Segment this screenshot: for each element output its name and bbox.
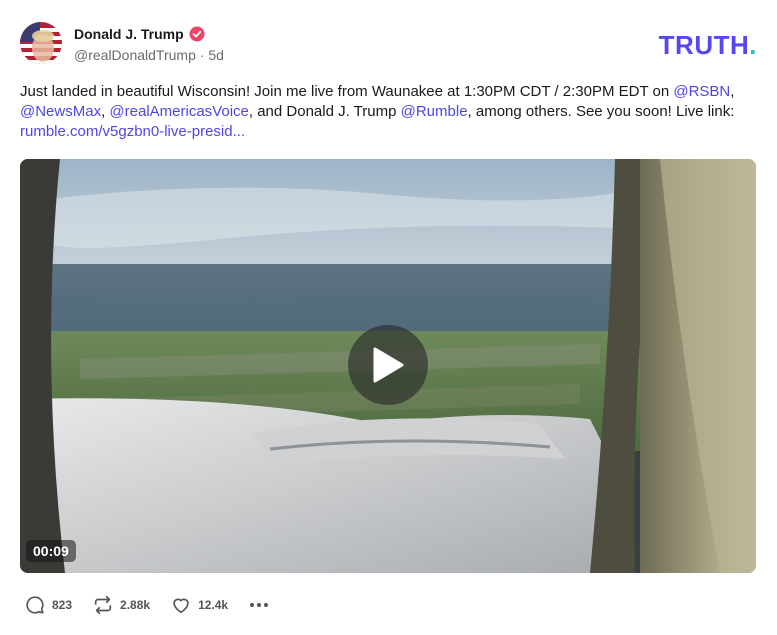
- post-text-segment: ,: [730, 83, 735, 100]
- post-age[interactable]: 5d: [208, 47, 224, 63]
- truth-logo: TRUTH.: [659, 30, 757, 61]
- post-header: Donald J. Trump @realDonaldTrump · 5d TR…: [20, 22, 757, 66]
- video-player[interactable]: 00:09: [20, 159, 756, 573]
- post-text-segment: , among others. See you soon! Live link:: [467, 103, 735, 120]
- avatar[interactable]: [20, 22, 62, 64]
- like-button[interactable]: 12.4k: [170, 594, 228, 616]
- mention-rumble[interactable]: @Rumble: [401, 103, 468, 120]
- logo-text: TRUTH: [658, 30, 750, 60]
- mention-realamericasvoice[interactable]: @realAmericasVoice: [109, 103, 248, 120]
- author-meta: @realDonaldTrump · 5d: [74, 47, 224, 63]
- mention-newsmax[interactable]: @NewsMax: [20, 103, 101, 120]
- reply-icon: [26, 596, 44, 614]
- post-body: Just landed in beautiful Wisconsin! Join…: [20, 82, 750, 142]
- heart-icon: [173, 598, 189, 614]
- logo-dot: .: [749, 30, 757, 60]
- like-count: 12.4k: [198, 598, 229, 612]
- action-bar: 823 2.88k 12.4k: [24, 593, 270, 617]
- repost-icon: [94, 595, 112, 615]
- play-icon: [373, 347, 404, 383]
- play-button[interactable]: [348, 325, 428, 405]
- author-block: Donald J. Trump @realDonaldTrump · 5d: [74, 24, 224, 63]
- more-options-button[interactable]: [248, 594, 270, 616]
- post-text-segment: Just landed in beautiful Wisconsin! Join…: [20, 83, 674, 100]
- reply-button[interactable]: 823: [24, 594, 72, 616]
- video-duration: 00:09: [26, 540, 76, 562]
- author-handle[interactable]: @realDonaldTrump: [74, 47, 196, 63]
- more-icon: [250, 603, 269, 607]
- verified-badge-icon: [189, 26, 205, 42]
- reply-count: 823: [52, 598, 73, 612]
- live-link[interactable]: rumble.com/v5gzbn0-live-presid...: [20, 123, 245, 140]
- repost-count: 2.88k: [120, 598, 151, 612]
- mention-rsbn[interactable]: @RSBN: [673, 83, 730, 100]
- meta-separator: ·: [199, 47, 205, 63]
- repost-button[interactable]: 2.88k: [92, 594, 150, 616]
- author-name[interactable]: Donald J. Trump: [74, 26, 184, 42]
- post-text-segment: , and Donald J. Trump: [248, 103, 401, 120]
